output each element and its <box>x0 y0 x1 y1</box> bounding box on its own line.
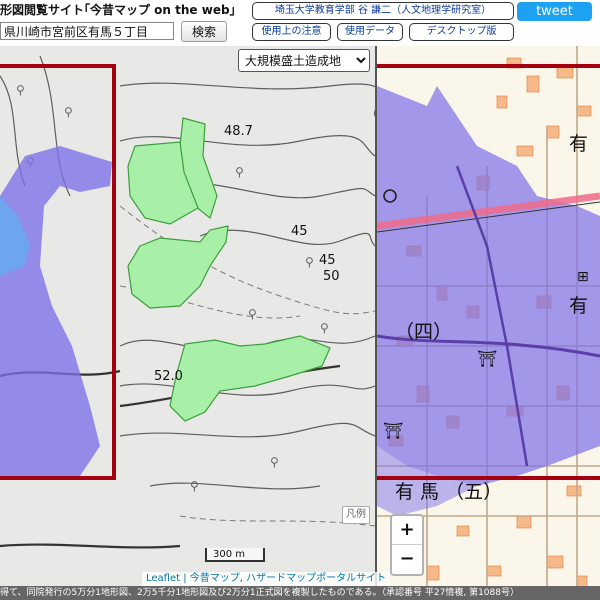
search-button[interactable]: 検索 <box>181 21 227 42</box>
layer-select[interactable]: 大規模盛土造成地 <box>238 49 370 72</box>
elevation-label: 48.7 <box>224 124 253 139</box>
contour-label: 50 <box>323 269 340 284</box>
post-office-icon: ⊞ <box>577 269 589 285</box>
site-title: 形図閲覧サイト｢今昔マップ on the web｣ <box>0 3 236 17</box>
data-used-link[interactable]: 使用データ <box>337 23 403 41</box>
svg-text:⚲: ⚲ <box>320 321 329 335</box>
konjaku-link[interactable]: 今昔マップ <box>190 573 240 584</box>
usage-notes-link[interactable]: 使用上の注意 <box>252 23 331 41</box>
svg-text:⚲: ⚲ <box>248 307 257 321</box>
shrine-icon: ⛩ <box>383 421 403 440</box>
copyright-footer: 得て、同院発行の5万分1地形図、2万5千分1地形図及び2万分1正式図を複製したも… <box>0 586 600 600</box>
pane-divider[interactable] <box>375 46 377 600</box>
header: 形図閲覧サイト｢今昔マップ on the web｣ 検索 埼玉大学教育学部 谷 … <box>0 0 600 46</box>
leaflet-link[interactable]: Leaflet <box>146 573 180 584</box>
zoom-out-button[interactable]: − <box>392 545 422 574</box>
district-label: （四） <box>395 321 452 343</box>
hazard-portal-link[interactable]: ハザードマップポータルサイト <box>246 573 386 584</box>
scale-bar: 300 m <box>205 548 265 562</box>
svg-text:⚲: ⚲ <box>235 165 244 179</box>
zoom-control: + − <box>390 514 424 576</box>
shrine-icon: ⛩ <box>477 349 497 368</box>
map-attribution: Leaflet | 今昔マップ, ハザードマップポータルサイト <box>142 572 391 586</box>
svg-text:⚲: ⚲ <box>64 105 73 119</box>
desktop-version-link[interactable]: デスクトップ版 <box>409 23 514 41</box>
map-view[interactable]: ⚲⚲ ⚲⚲ ⚲⚲ ⚲⚲ ⚲⚲ 48.7 45 45 50 52.0 <box>0 46 600 600</box>
elevation-label: 52.0 <box>154 369 183 384</box>
address-input[interactable] <box>0 22 174 40</box>
attribution-separator: | <box>180 573 190 584</box>
contour-label: 45 <box>319 253 336 268</box>
place-label: 有 <box>569 133 588 155</box>
place-label: 有 <box>569 295 588 317</box>
legend-button[interactable]: 凡例 <box>342 506 370 524</box>
svg-text:⚲: ⚲ <box>16 83 25 97</box>
svg-text:⚲: ⚲ <box>305 255 314 269</box>
old-map-pane[interactable]: ⚲⚲ ⚲⚲ ⚲⚲ ⚲⚲ ⚲⚲ 48.7 45 45 50 52.0 <box>0 46 375 600</box>
old-topo-map: ⚲⚲ ⚲⚲ ⚲⚲ ⚲⚲ ⚲⚲ 48.7 45 45 50 52.0 <box>0 46 375 600</box>
svg-text:⚲: ⚲ <box>190 479 199 493</box>
district-label: 有 馬 （五） <box>395 481 502 503</box>
svg-text:⚲: ⚲ <box>270 455 279 469</box>
contour-label: 45 <box>291 224 308 239</box>
tweet-button[interactable]: tweet <box>517 2 592 21</box>
author-link[interactable]: 埼玉大学教育学部 谷 謙二（人文地理学研究室） <box>252 2 514 20</box>
zoom-in-button[interactable]: + <box>392 516 422 545</box>
